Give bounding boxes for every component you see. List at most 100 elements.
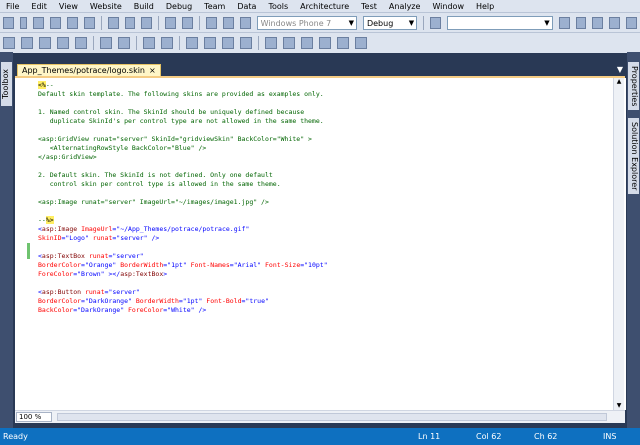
save-icon[interactable]: [67, 17, 78, 29]
code-line: 2. Default skin. The SkinId is not defin…: [38, 171, 623, 180]
menu-item-edit[interactable]: Edit: [25, 2, 53, 11]
code-token: ="Logo": [61, 234, 89, 242]
vertical-scrollbar[interactable]: ▲ ▼: [613, 78, 624, 410]
menu-item-architecture[interactable]: Architecture: [294, 2, 355, 11]
toolbar-separator: [423, 16, 425, 30]
properties-window-icon[interactable]: [575, 17, 587, 29]
code-token: ="1pt": [178, 297, 203, 305]
menu-item-test[interactable]: Test: [355, 2, 383, 11]
scroll-down-icon[interactable]: ▼: [614, 402, 624, 410]
quick-info-icon[interactable]: [75, 37, 87, 49]
code-token: ="DarkOrange": [73, 306, 125, 314]
menu-item-window[interactable]: Window: [426, 2, 470, 11]
code-token: ="DarkOrange": [81, 297, 132, 305]
dropdown-arrow-icon[interactable]: [19, 17, 28, 29]
ruler-icon[interactable]: [319, 37, 331, 49]
menu-item-website[interactable]: Website: [84, 2, 128, 11]
toolbox-icon[interactable]: [609, 17, 621, 29]
code-token: asp:Image: [41, 225, 78, 233]
uncomment-lines-icon[interactable]: [161, 37, 173, 49]
navigate-backward-icon[interactable]: [205, 17, 217, 29]
find-combo[interactable]: ▼: [446, 16, 553, 30]
add-item-icon[interactable]: [33, 17, 45, 29]
start-page-icon[interactable]: [626, 17, 638, 29]
new-project-icon[interactable]: [3, 17, 14, 29]
menu-item-view[interactable]: View: [53, 2, 84, 11]
code-token: runat: [81, 288, 105, 296]
code-token: <asp:Image runat="server" ImageUrl="~/im…: [38, 198, 269, 206]
find-in-files-icon[interactable]: [430, 17, 441, 29]
code-token: ="10pt": [300, 261, 328, 269]
navigate-forward-icon[interactable]: [222, 17, 234, 29]
code-line: BorderColor="DarkOrange" BorderWidth="1p…: [38, 297, 623, 306]
solution-explorer-tab[interactable]: Solution Explorer: [628, 118, 639, 194]
save-all-icon[interactable]: [83, 17, 95, 29]
code-text[interactable]: <%-- Default skin template. The following…: [38, 81, 623, 315]
standard-toolbar: Windows Phone 7 Emulator▼ Debug ▼ ▼: [0, 12, 640, 41]
code-line: <asp:Image runat="server" ImageUrl="~/im…: [38, 198, 623, 207]
code-line: <asp:Button runat="server": [38, 288, 623, 297]
copy-icon[interactable]: [124, 17, 136, 29]
menu-item-data[interactable]: Data: [231, 2, 262, 11]
format-document-icon[interactable]: [265, 37, 277, 49]
decrease-indent-icon[interactable]: [100, 37, 112, 49]
parameter-info-icon[interactable]: [57, 37, 69, 49]
properties-tab[interactable]: Properties: [628, 62, 639, 110]
code-token: BackColor: [38, 306, 74, 314]
code-line: </asp:GridView>: [38, 153, 623, 162]
code-token: ="Brown": [73, 270, 105, 278]
menu-item-build[interactable]: Build: [128, 2, 160, 11]
code-line: Default skin template. The following ski…: [38, 90, 623, 99]
code-token: />: [194, 306, 207, 314]
close-icon[interactable]: ×: [149, 65, 156, 76]
code-token: runat: [88, 234, 113, 242]
code-line: <asp:TextBox runat="server": [38, 252, 623, 261]
target-device-combo[interactable]: Windows Phone 7 Emulator▼: [256, 16, 357, 41]
increase-indent-icon[interactable]: [118, 37, 130, 49]
formatting-toolbar: [0, 32, 640, 53]
horizontal-scrollbar[interactable]: [57, 413, 607, 421]
scroll-up-icon[interactable]: ▲: [614, 78, 624, 86]
code-token: ="server": [104, 288, 140, 296]
code-token: ="White": [163, 306, 195, 314]
dropdown-arrow-icon[interactable]: [355, 37, 367, 49]
object-browser-icon[interactable]: [592, 17, 604, 29]
grid-icon[interactable]: [337, 37, 349, 49]
code-token: ="server": [108, 252, 144, 260]
menu-item-tools[interactable]: Tools: [262, 2, 294, 11]
chevron-down-icon[interactable]: ▼: [617, 65, 623, 74]
clear-bookmarks-icon[interactable]: [240, 37, 252, 49]
paste-icon[interactable]: [141, 17, 153, 29]
code-token: ImageUrl: [77, 225, 113, 233]
menu-item-debug[interactable]: Debug: [160, 2, 198, 11]
zoom-combo[interactable]: 100 %: [16, 412, 52, 422]
toolbar-separator: [100, 16, 102, 30]
code-token: </asp:GridView>: [38, 153, 97, 161]
validate-icon[interactable]: [301, 37, 313, 49]
code-token: ForeColor: [124, 306, 164, 314]
editor-gutter: [15, 78, 37, 410]
document-tab-row: App_Themes/potrace/logo.skin × ▼: [15, 64, 625, 76]
check-accessibility-icon[interactable]: [283, 37, 295, 49]
menu-item-help[interactable]: Help: [470, 2, 500, 11]
open-file-icon[interactable]: [50, 17, 61, 29]
menu-item-analyze[interactable]: Analyze: [383, 2, 427, 11]
configuration-combo[interactable]: Debug ▼: [362, 16, 418, 30]
menu-item-file[interactable]: File: [0, 2, 25, 11]
code-token: BorderColor: [38, 297, 82, 305]
toggle-bookmark-icon[interactable]: [186, 37, 198, 49]
code-token: --: [45, 81, 54, 89]
list-members-icon[interactable]: [39, 37, 51, 49]
dropdown-arrow-icon[interactable]: [21, 37, 33, 49]
document-tab[interactable]: App_Themes/potrace/logo.skin ×: [17, 64, 161, 76]
toolbox-tab[interactable]: Toolbox: [1, 62, 12, 106]
redo-icon[interactable]: [182, 17, 194, 29]
cut-icon[interactable]: [107, 17, 119, 29]
previous-bookmark-icon[interactable]: [204, 37, 216, 49]
start-debugging-icon[interactable]: [239, 17, 251, 29]
comment-lines-icon[interactable]: [143, 37, 155, 49]
undo-icon[interactable]: [165, 17, 177, 29]
next-bookmark-icon[interactable]: [222, 37, 234, 49]
menu-item-team[interactable]: Team: [198, 2, 231, 11]
solution-explorer-icon[interactable]: [558, 17, 570, 29]
